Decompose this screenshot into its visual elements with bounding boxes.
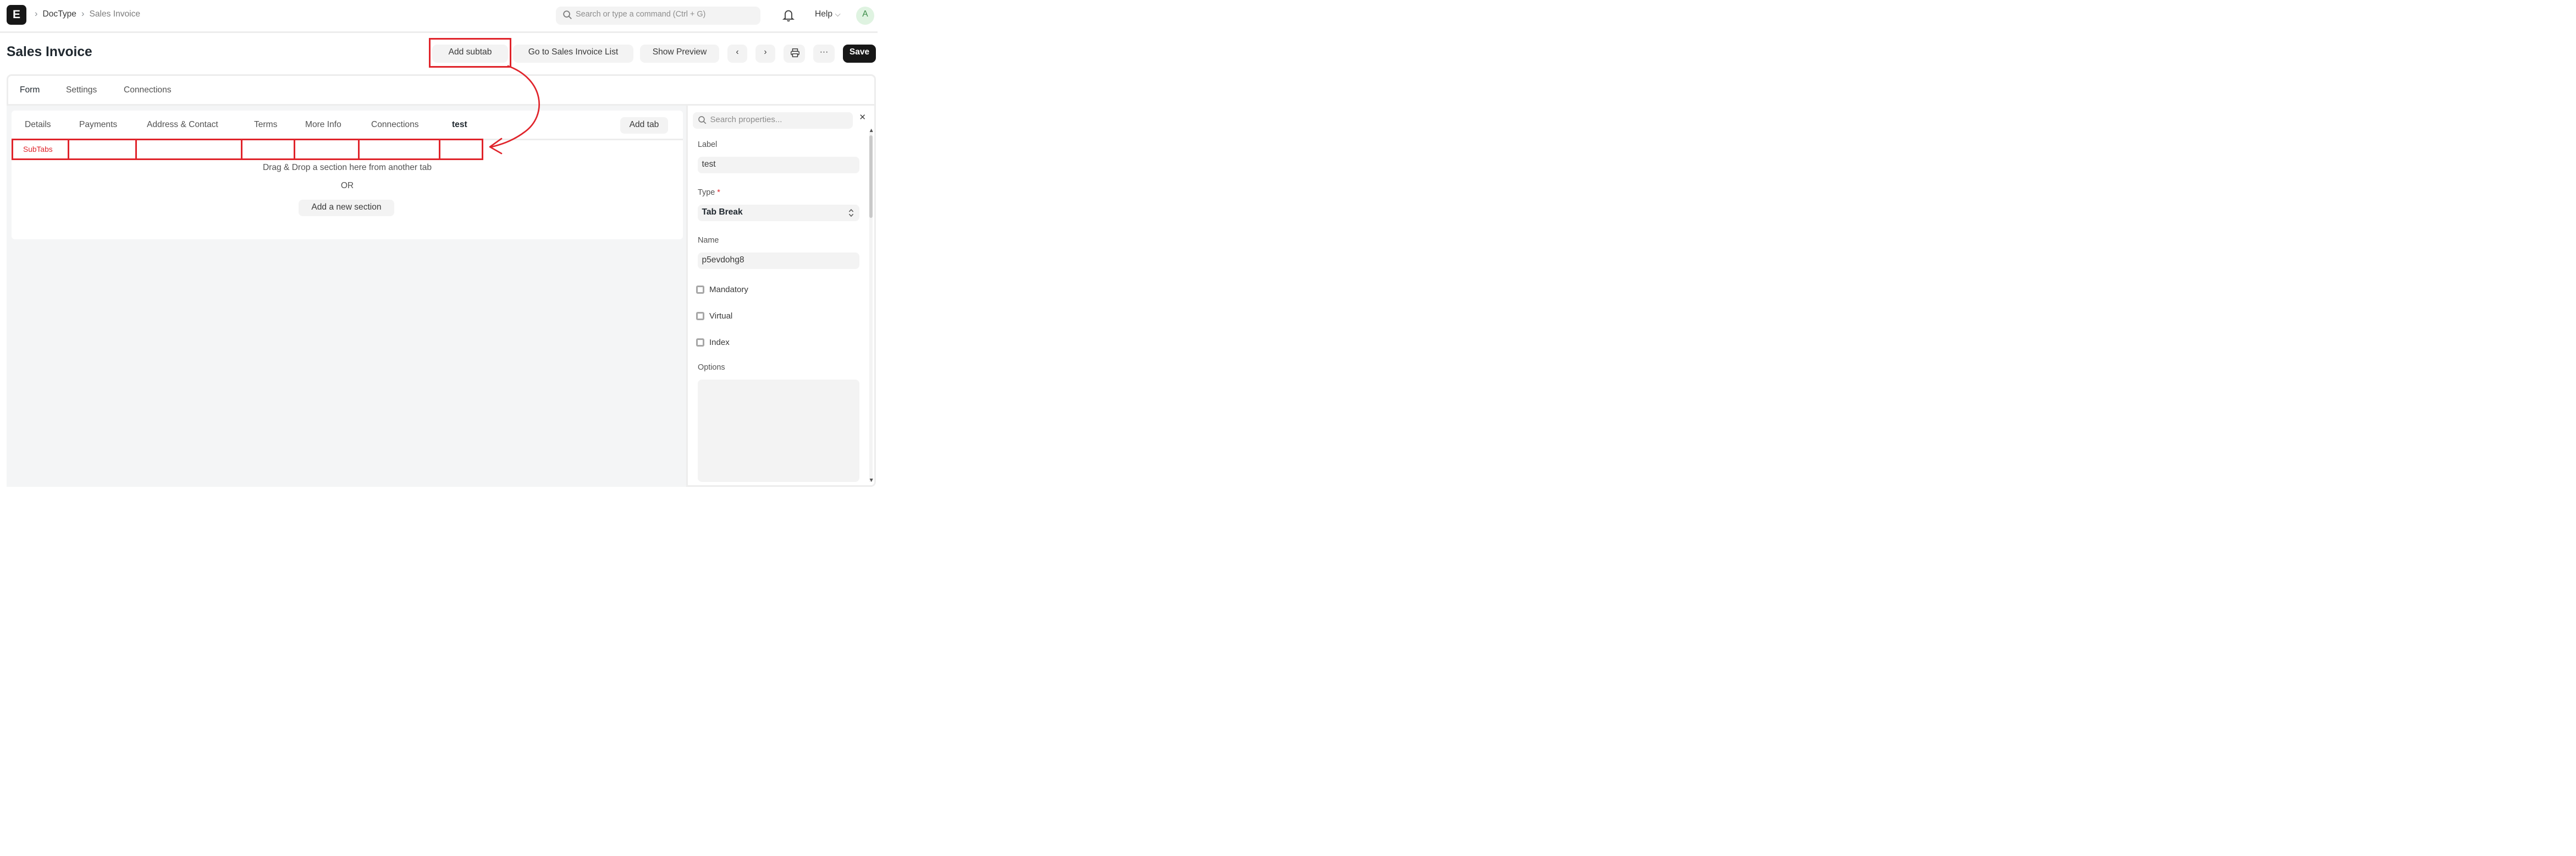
form-tab-test[interactable]: test bbox=[452, 120, 467, 130]
add-tab-button[interactable]: Add tab bbox=[620, 117, 668, 134]
search-placeholder: Search or type a command (Ctrl + G) bbox=[576, 10, 706, 19]
type-select[interactable]: Tab Break bbox=[698, 205, 859, 221]
name-field-title: Name bbox=[698, 238, 719, 246]
next-record-button[interactable]: › bbox=[755, 43, 775, 62]
chevron-left-icon: ‹ bbox=[736, 48, 739, 58]
help-dropdown[interactable]: Help ⌵ bbox=[815, 9, 841, 19]
scroll-down-icon[interactable]: ▼ bbox=[869, 477, 874, 484]
divider bbox=[7, 104, 876, 105]
options-field-title: Options bbox=[698, 365, 725, 373]
chevron-right-icon: › bbox=[35, 9, 38, 19]
help-label: Help bbox=[815, 9, 833, 19]
previous-record-button[interactable]: ‹ bbox=[727, 43, 747, 62]
form-tab-address-contact[interactable]: Address & Contact bbox=[147, 120, 218, 130]
breadcrumb-doctype[interactable]: DocType bbox=[43, 9, 76, 19]
more-actions-button[interactable]: ··· bbox=[813, 43, 835, 62]
app-logo[interactable]: E bbox=[7, 5, 26, 25]
breadcrumb: › DocType › Sales Invoice bbox=[35, 9, 140, 19]
tab-settings[interactable]: Settings bbox=[66, 86, 97, 96]
subtab-divider bbox=[357, 139, 359, 160]
subtab-divider bbox=[134, 139, 136, 160]
label-field-title: Label bbox=[698, 142, 718, 150]
chevron-down-icon: ⌵ bbox=[835, 10, 841, 18]
search-icon bbox=[698, 116, 707, 124]
name-field[interactable]: p5evdohg8 bbox=[698, 253, 859, 269]
index-checkbox[interactable] bbox=[696, 338, 704, 347]
options-textarea[interactable] bbox=[698, 380, 859, 482]
chevron-right-icon: › bbox=[764, 48, 767, 58]
show-preview-button[interactable]: Show Preview bbox=[640, 43, 719, 62]
type-select-value: Tab Break bbox=[702, 208, 743, 218]
print-button[interactable] bbox=[784, 43, 805, 62]
property-search-placeholder: Search properties... bbox=[710, 114, 782, 125]
index-checkbox-row[interactable]: Index bbox=[696, 338, 730, 348]
form-tabs-panel bbox=[12, 111, 683, 239]
index-label: Index bbox=[709, 337, 730, 348]
virtual-checkbox[interactable] bbox=[696, 312, 704, 320]
virtual-label: Virtual bbox=[709, 311, 733, 321]
required-mark: * bbox=[717, 190, 720, 198]
virtual-checkbox-row[interactable]: Virtual bbox=[696, 311, 732, 321]
drop-hint-text: Drag & Drop a section here from another … bbox=[262, 163, 432, 173]
subtabs-annotation-label: SubTabs bbox=[23, 145, 53, 153]
form-tab-terms[interactable]: Terms bbox=[254, 120, 277, 130]
tab-connections[interactable]: Connections bbox=[124, 86, 172, 96]
mandatory-checkbox-row[interactable]: Mandatory bbox=[696, 285, 748, 295]
scroll-up-icon[interactable]: ▲ bbox=[869, 127, 874, 134]
label-field[interactable]: test bbox=[698, 157, 859, 173]
mandatory-checkbox[interactable] bbox=[696, 286, 704, 294]
chevron-right-icon: › bbox=[81, 9, 85, 19]
form-tab-details[interactable]: Details bbox=[25, 120, 51, 130]
type-field-title-text: Type bbox=[698, 190, 715, 198]
add-subtab-annotation-box bbox=[429, 38, 511, 68]
property-search-input[interactable]: Search properties... bbox=[693, 111, 853, 128]
form-tab-connections[interactable]: Connections bbox=[371, 120, 419, 130]
save-button[interactable]: Save bbox=[843, 43, 876, 62]
app-window: E › DocType › Sales Invoice Search or ty… bbox=[0, 0, 878, 492]
add-section-button[interactable]: Add a new section bbox=[299, 199, 394, 216]
tab-form[interactable]: Form bbox=[20, 86, 40, 96]
subtab-divider bbox=[241, 139, 242, 160]
divider bbox=[686, 106, 687, 487]
bell-icon[interactable] bbox=[780, 7, 797, 23]
awesomebar-search-input[interactable]: Search or type a command (Ctrl + G) bbox=[556, 6, 760, 24]
scrollbar-thumb[interactable] bbox=[869, 135, 873, 218]
subtabs-annotation-box bbox=[12, 139, 483, 160]
close-icon[interactable]: × bbox=[859, 113, 865, 124]
form-tab-more-info[interactable]: More Info bbox=[305, 120, 341, 130]
printer-icon bbox=[790, 48, 799, 57]
or-text: OR bbox=[340, 182, 354, 191]
go-to-list-button[interactable]: Go to Sales Invoice List bbox=[513, 43, 633, 62]
subtab-divider bbox=[67, 139, 69, 160]
subtab-divider bbox=[293, 139, 295, 160]
form-tab-payments[interactable]: Payments bbox=[79, 120, 117, 130]
breadcrumb-sales-invoice[interactable]: Sales Invoice bbox=[90, 9, 141, 19]
page-title: Sales Invoice bbox=[7, 45, 92, 59]
mandatory-label: Mandatory bbox=[709, 284, 748, 295]
subtab-divider bbox=[439, 139, 440, 160]
select-arrows-icon bbox=[848, 208, 854, 217]
search-icon bbox=[563, 10, 572, 19]
type-field-title: Type * bbox=[698, 190, 720, 198]
